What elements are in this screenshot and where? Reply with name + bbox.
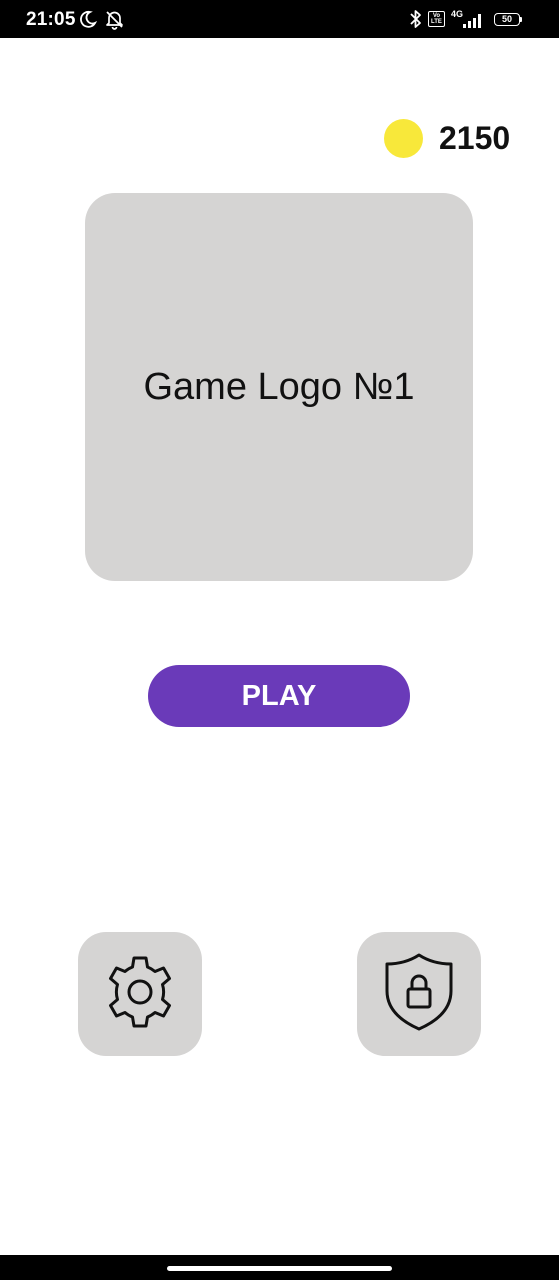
privacy-button[interactable] (357, 932, 481, 1056)
navigation-bar (0, 1255, 559, 1280)
coin-count: 2150 (439, 120, 511, 156)
moon-icon (78, 9, 98, 34)
volte-icon: Vo LTE (428, 11, 445, 27)
bluetooth-icon (409, 9, 423, 34)
settings-button[interactable] (78, 932, 202, 1056)
play-button[interactable]: PLAY (148, 665, 410, 727)
game-logo-text: Game Logo №1 (143, 365, 415, 408)
status-bar: 21:05 Vo LTE 4G 50 (0, 0, 559, 38)
shield-lock-icon (381, 951, 457, 1038)
gear-icon (100, 952, 180, 1037)
home-gesture-handle[interactable] (167, 1266, 392, 1271)
battery-tip (520, 17, 522, 22)
signal-icon (462, 12, 484, 33)
battery-icon: 50 (494, 13, 520, 26)
game-logo-card: Game Logo №1 (85, 193, 473, 581)
coin-icon (384, 119, 423, 158)
status-time: 21:05 (26, 9, 76, 30)
main-menu-screen: 21:05 Vo LTE 4G 50 2150 Game Logo №1 PLA… (0, 0, 559, 1280)
notifications-off-icon (104, 9, 125, 35)
